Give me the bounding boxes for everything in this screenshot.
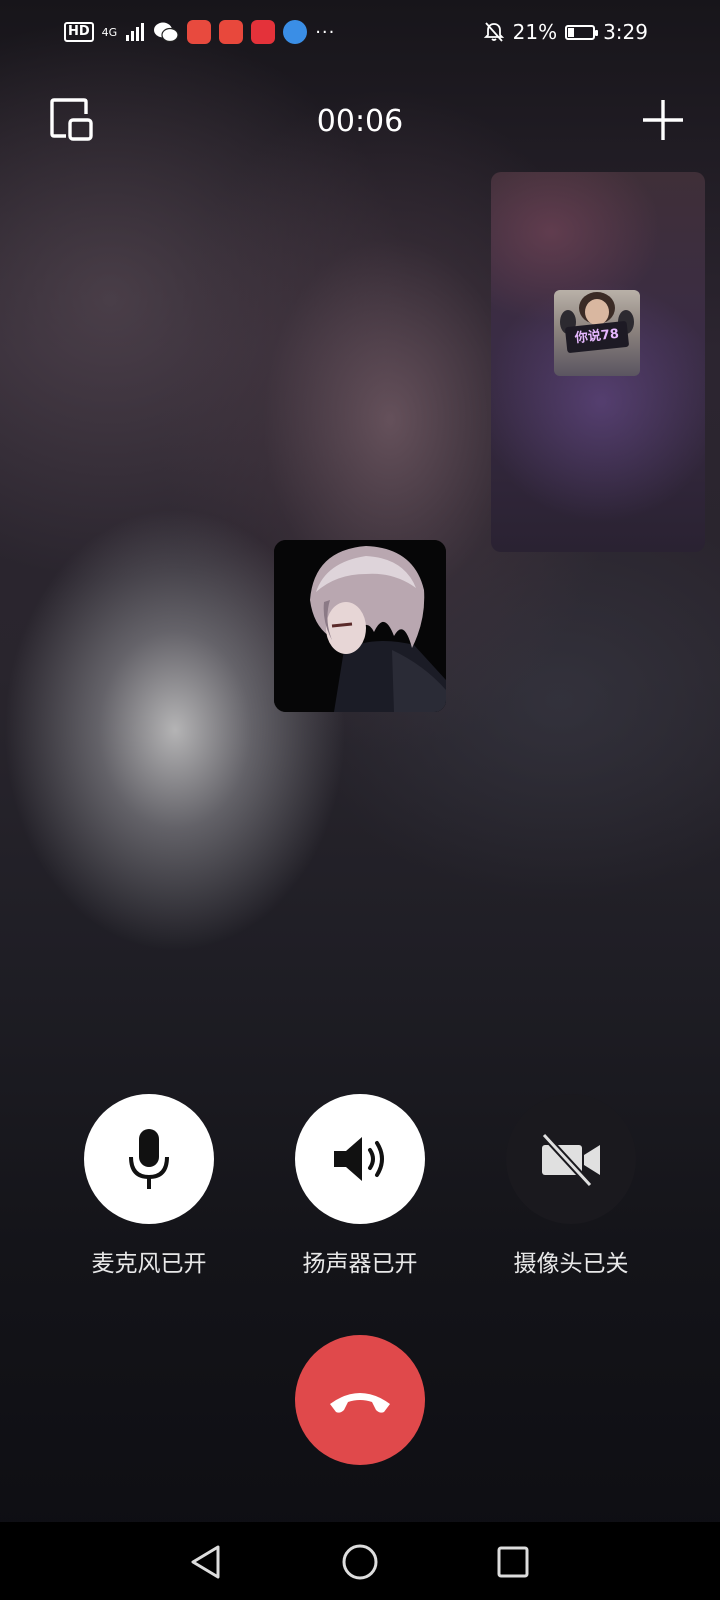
caller-avatar	[274, 540, 446, 712]
video-app-icon	[251, 20, 276, 44]
mute-bell-icon	[483, 22, 504, 42]
hd-badge: HD	[64, 22, 94, 42]
nav-recents-button[interactable]	[493, 1542, 533, 1582]
microphone-icon	[129, 1129, 169, 1189]
plus-icon	[643, 100, 683, 140]
mic-label: 麦克风已开	[91, 1251, 207, 1277]
anime-avatar-image	[274, 540, 446, 712]
battery-icon	[565, 24, 599, 40]
status-bar: HD 4G ··· 21% 3:29	[0, 0, 720, 70]
reader-icon	[219, 20, 244, 44]
battery-percent: 21%	[512, 20, 558, 44]
network-type: 4G	[101, 25, 118, 39]
remote-avatar: 你说78	[554, 290, 640, 376]
hang-up-icon	[330, 1393, 390, 1413]
more-notifications-indicator: ···	[315, 21, 336, 43]
huawei-store-icon	[187, 20, 212, 44]
camera-label: 摄像头已关	[513, 1251, 629, 1277]
add-participant-button[interactable]	[641, 98, 685, 146]
speaker-label: 扬声器已开	[302, 1251, 418, 1277]
signal-icon	[126, 23, 145, 41]
browser-icon	[283, 20, 308, 44]
speaker-control[interactable]: 扬声器已开	[280, 1094, 440, 1278]
status-bar-right: 21% 3:29	[483, 20, 648, 44]
status-bar-left: HD 4G ···	[64, 20, 335, 44]
nav-home-button[interactable]	[340, 1542, 380, 1582]
remote-video-preview[interactable]: 你说78	[491, 172, 705, 552]
mic-control[interactable]: 麦克风已开	[69, 1094, 229, 1278]
battery-level-fill	[568, 27, 574, 37]
recents-icon	[497, 1546, 529, 1578]
navigation-bar	[0, 1522, 720, 1600]
back-icon	[191, 1545, 220, 1579]
wechat-icon	[154, 22, 179, 43]
camera-control[interactable]: 摄像头已关	[491, 1094, 651, 1278]
camera-button[interactable]	[506, 1094, 636, 1224]
nav-back-button[interactable]	[186, 1542, 226, 1582]
hang-up-button[interactable]	[295, 1335, 425, 1465]
clock: 3:29	[603, 20, 648, 44]
speaker-button[interactable]	[295, 1094, 425, 1224]
mic-button[interactable]	[84, 1094, 214, 1224]
camera-off-icon	[541, 1132, 600, 1187]
call-duration: 00:06	[316, 104, 404, 139]
home-icon	[342, 1544, 378, 1580]
speaker-icon	[334, 1137, 384, 1181]
